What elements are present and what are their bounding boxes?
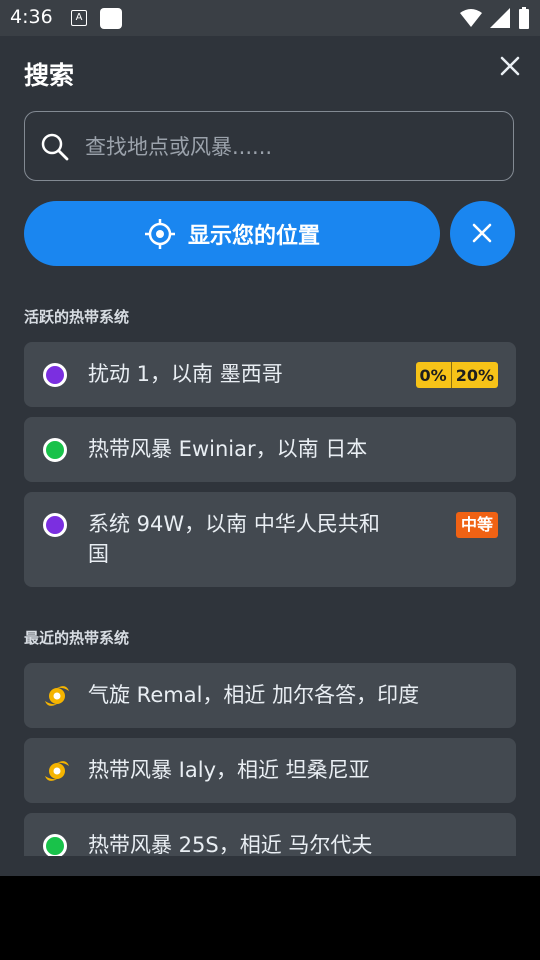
clear-button[interactable] — [450, 201, 515, 266]
bottom-area — [0, 876, 540, 960]
search-input[interactable] — [83, 126, 487, 168]
active-systems-heading: 活跃的热带系统 — [24, 308, 130, 326]
item-label: 热带风暴 Ewiniar，以南 日本 — [88, 437, 368, 461]
cyclone-icon — [45, 686, 69, 706]
status-dot-icon — [43, 513, 67, 537]
status-dot-icon — [43, 438, 67, 462]
search-icon — [41, 133, 69, 161]
badge-high: 20% — [455, 365, 494, 385]
search-field[interactable] — [24, 111, 514, 181]
show-location-label: 显示您的位置 — [187, 223, 320, 249]
status-icons — [460, 7, 530, 29]
search-screen: 4:36 A 搜索 显 — [0, 0, 540, 876]
notification-app-icon — [100, 8, 122, 29]
badge-low: 0% — [419, 365, 447, 385]
page-title: 搜索 — [24, 61, 75, 90]
signal-icon — [490, 8, 510, 28]
item-label: 热带风暴 Ialy，相近 坦桑尼亚 — [88, 758, 370, 782]
status-dot-icon — [43, 834, 67, 858]
item-label: 扰动 1，以南 墨西哥 — [88, 362, 283, 386]
item-label-line1: 系统 94W，以南 中华人民共和 — [88, 512, 380, 536]
status-time: 4:36 — [10, 6, 53, 28]
close-icon[interactable] — [498, 54, 522, 78]
probability-badge: 0% 20% — [415, 362, 498, 388]
wifi-icon — [460, 9, 482, 27]
show-location-button[interactable]: 显示您的位置 — [24, 201, 440, 266]
list-item[interactable]: 热带风暴 Ewiniar，以南 日本 — [24, 417, 516, 482]
list-item[interactable]: 系统 94W，以南 中华人民共和 国 中等 — [24, 492, 516, 587]
status-bar: 4:36 A — [0, 0, 540, 36]
list-item[interactable]: 扰动 1，以南 墨西哥 0% 20% — [24, 342, 516, 407]
intensity-badge: 中等 — [455, 512, 498, 538]
recent-systems-heading: 最近的热带系统 — [24, 629, 130, 647]
crosshair-icon — [144, 218, 175, 249]
cyclone-icon — [45, 761, 69, 781]
battery-icon — [519, 7, 529, 29]
item-label: 气旋 Remal，相近 加尔各答，印度 — [88, 683, 420, 707]
item-label-line2: 国 — [88, 542, 109, 566]
list-fade — [0, 856, 540, 876]
list-item[interactable]: 气旋 Remal，相近 加尔各答，印度 — [24, 663, 516, 728]
status-dot-icon — [43, 363, 67, 387]
notification-a-icon: A — [71, 10, 87, 26]
close-icon — [472, 223, 492, 243]
list-item[interactable]: 热带风暴 Ialy，相近 坦桑尼亚 — [24, 738, 516, 803]
